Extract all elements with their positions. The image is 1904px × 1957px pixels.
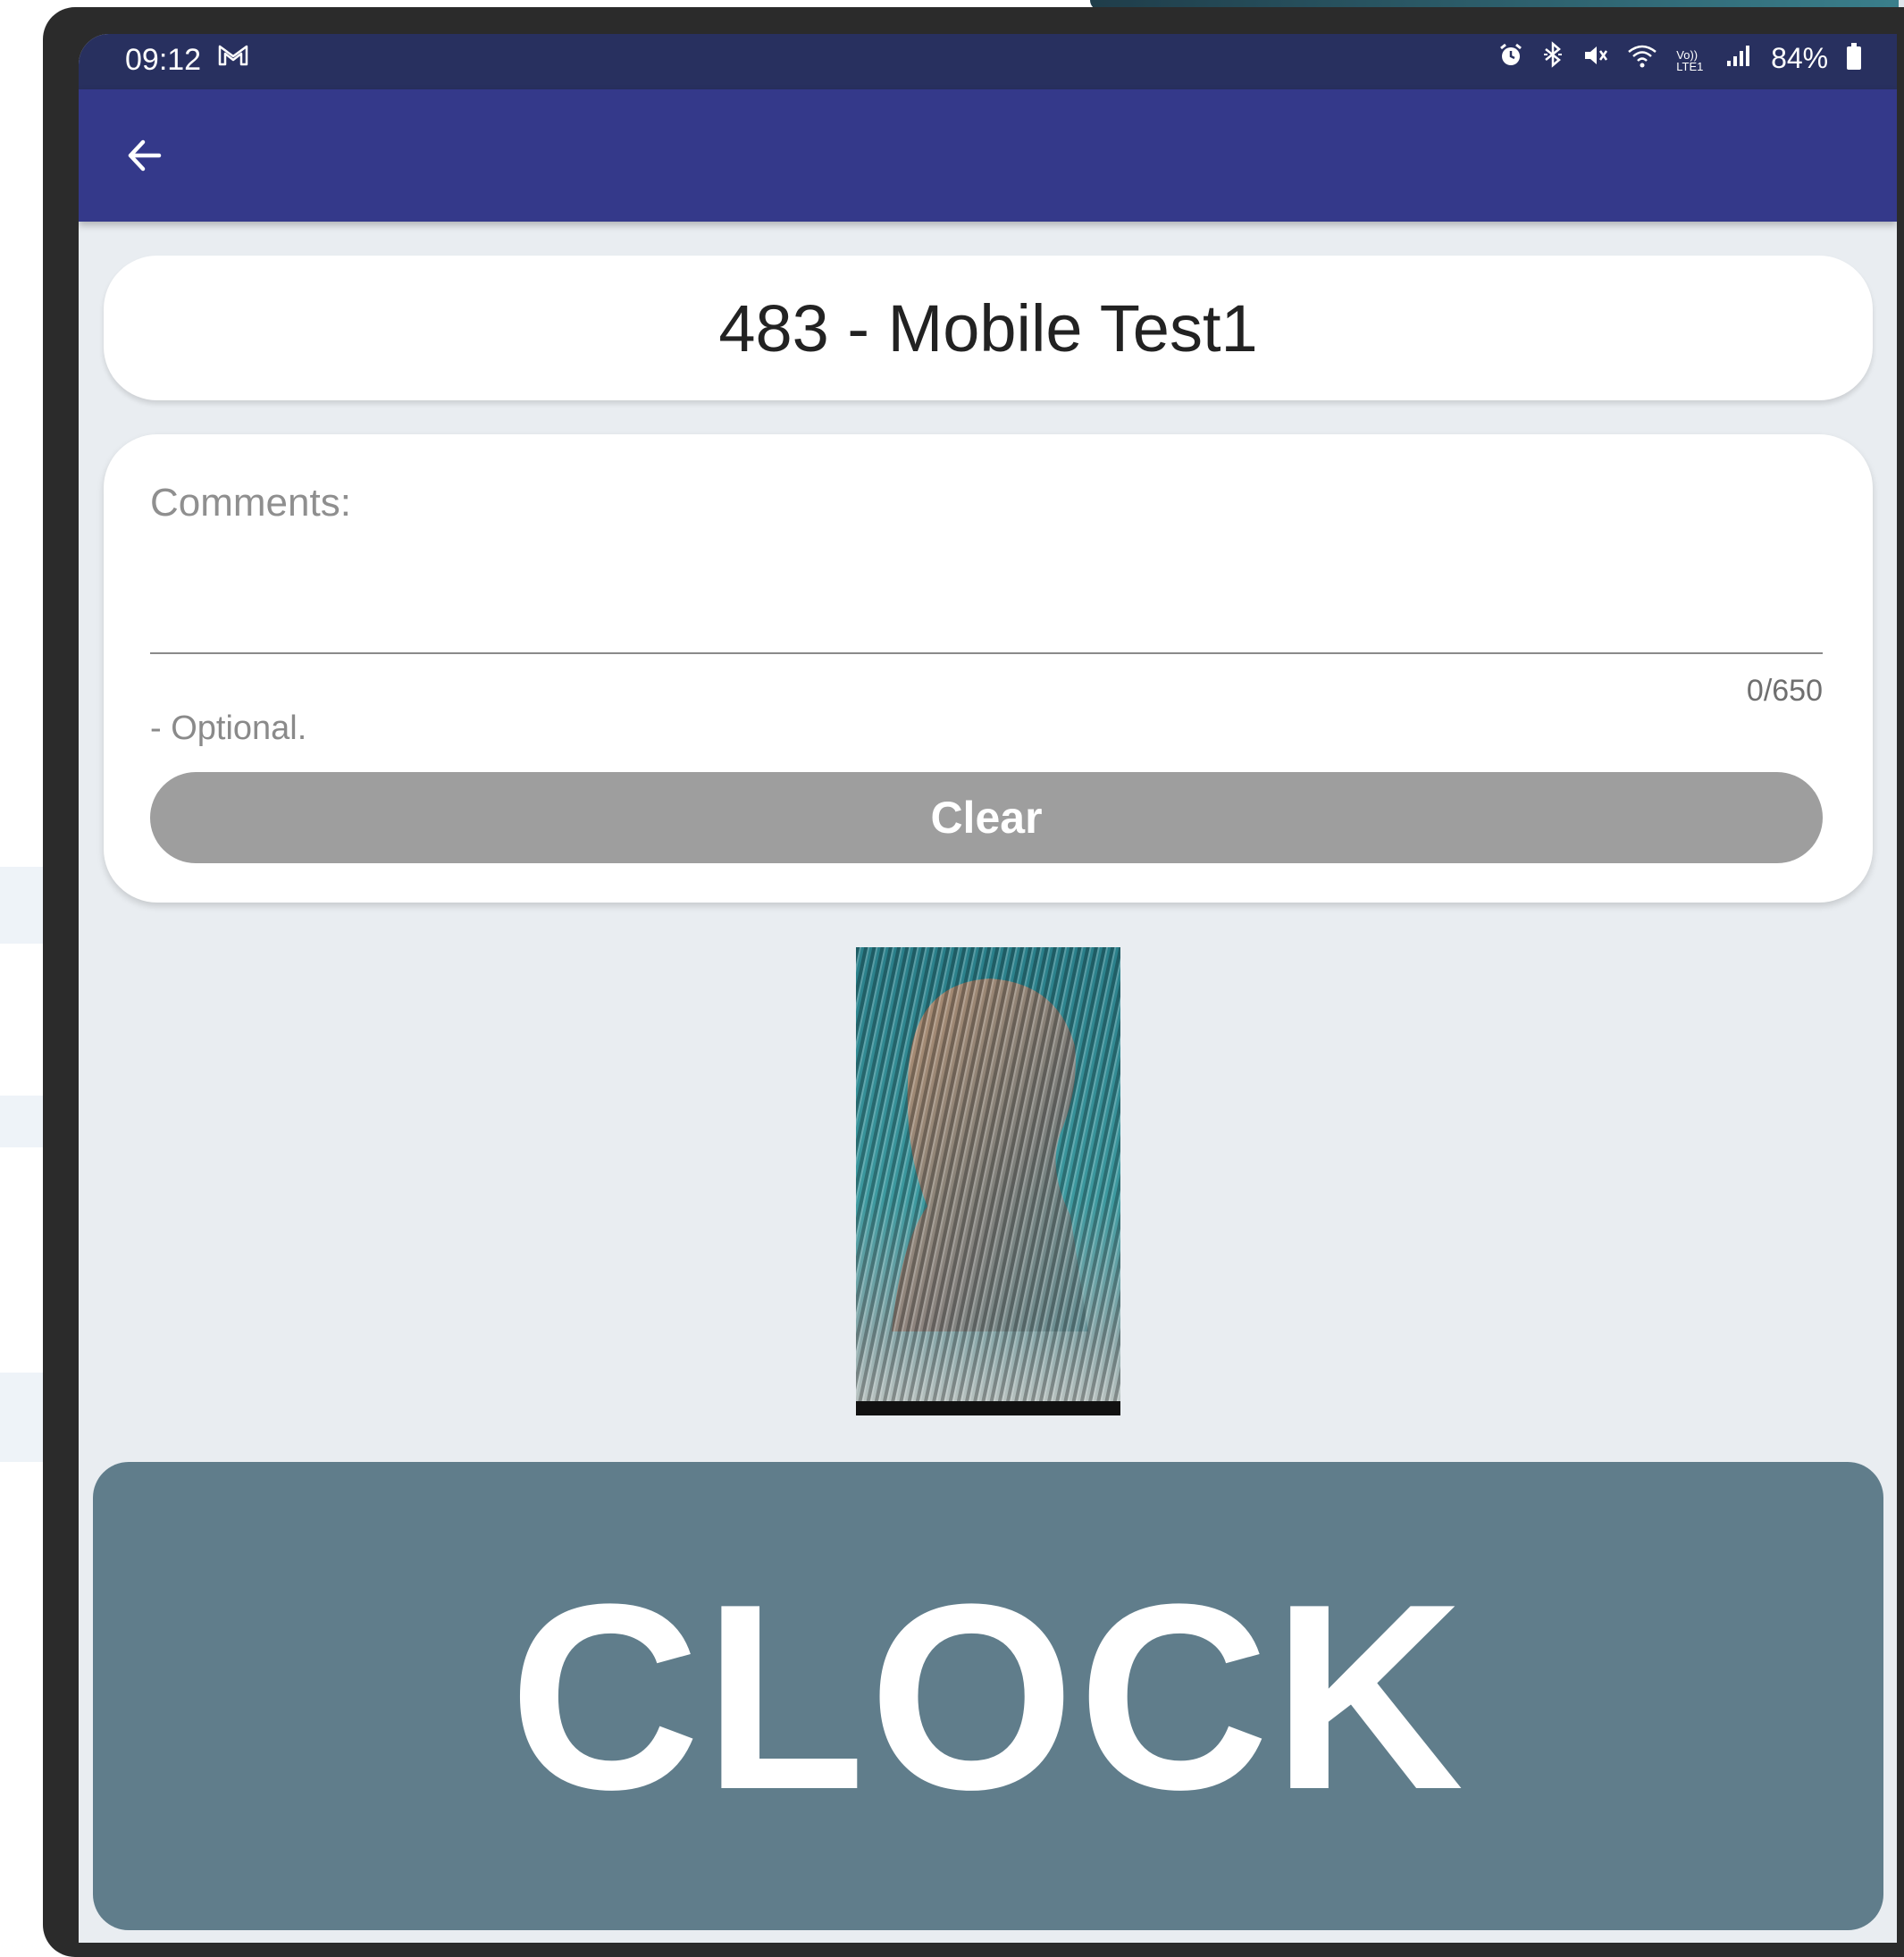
alarm-icon — [1498, 42, 1523, 75]
background-stripe — [0, 867, 43, 944]
wifi-icon — [1627, 42, 1657, 75]
comments-underline — [150, 652, 1823, 654]
mute-icon — [1582, 42, 1609, 75]
gmail-icon — [217, 41, 249, 76]
comments-input[interactable] — [150, 533, 1826, 597]
employee-title-card: 483 - Mobile Test1 — [104, 256, 1873, 400]
phone-screen: 09:12 Vo)) LTE1 84% 483 - Mobile Test1 C… — [79, 34, 1897, 1943]
back-button[interactable] — [116, 127, 173, 184]
optional-hint: - Optional. — [150, 710, 307, 747]
app-bar — [79, 89, 1897, 222]
captured-photo — [856, 947, 1120, 1415]
background-stripe — [0, 1373, 43, 1462]
character-counter: 0/650 — [1746, 674, 1823, 708]
face-photo-image — [856, 947, 1120, 1415]
arrow-left-icon — [128, 139, 162, 172]
clock-button[interactable]: CLOCK — [93, 1462, 1883, 1930]
battery-icon — [1847, 43, 1861, 70]
battery-level: 84% — [1771, 42, 1829, 74]
employee-title: 483 - Mobile Test1 — [718, 290, 1258, 365]
clear-button[interactable]: Clear — [150, 772, 1823, 863]
status-time: 09:12 — [125, 43, 202, 77]
comments-card: Comments: 0/650 - Optional. Clear — [104, 434, 1873, 903]
bluetooth-icon — [1542, 41, 1564, 75]
signal-icon — [1725, 42, 1752, 75]
status-icons: Vo)) LTE1 84% — [1493, 41, 1861, 75]
status-bar: 09:12 Vo)) LTE1 84% — [79, 34, 1897, 89]
comments-label: Comments: — [150, 481, 351, 525]
background-stripe — [0, 1096, 43, 1147]
volte-icon: Vo)) LTE1 — [1676, 47, 1704, 73]
